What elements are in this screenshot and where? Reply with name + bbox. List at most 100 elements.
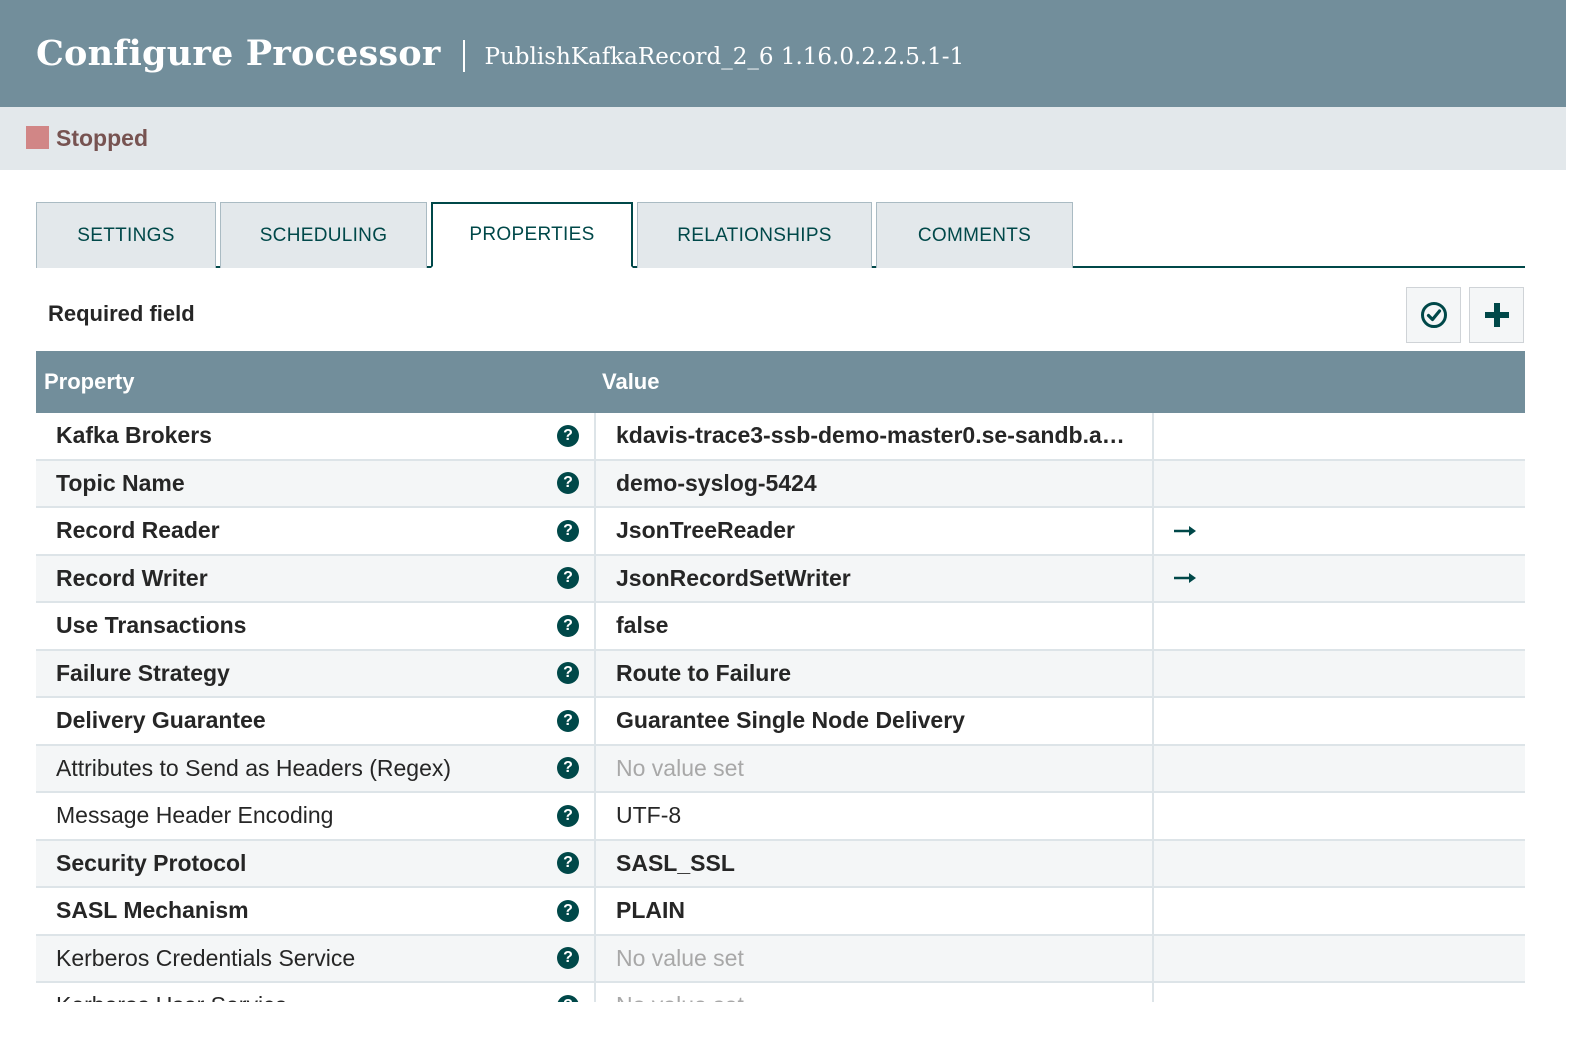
- tab-properties[interactable]: PROPERTIES: [431, 202, 633, 268]
- property-value[interactable]: No value set: [616, 936, 1136, 982]
- table-row[interactable]: Kafka Brokers? kdavis-trace3-ssb-demo-mas…: [36, 413, 1525, 461]
- property-value-text: Route to Failure: [616, 659, 792, 686]
- tab-comments[interactable]: COMMENTS: [876, 202, 1073, 268]
- property-value-text: PLAIN: [616, 897, 685, 924]
- title-separator: [462, 39, 465, 72]
- go-to-service-arrow-icon[interactable]: [1172, 521, 1198, 541]
- column-divider: [594, 555, 596, 601]
- column-divider: [594, 698, 596, 744]
- column-divider: [1152, 603, 1154, 649]
- property-value[interactable]: Guarantee Single Node Delivery: [616, 698, 1136, 744]
- column-divider: [594, 793, 596, 839]
- scrollbar-track: [1566, 0, 1584, 170]
- property-value-text: No value set: [616, 944, 744, 971]
- property-name: Kafka Brokers: [56, 422, 212, 449]
- help-icon[interactable]: ?: [557, 519, 579, 542]
- help-icon[interactable]: ?: [557, 757, 579, 780]
- property-name: Delivery Guarantee: [56, 707, 266, 734]
- table-row[interactable]: Use Transactions? false: [36, 603, 1525, 651]
- column-divider: [594, 935, 596, 981]
- property-value[interactable]: PLAIN: [616, 888, 1136, 934]
- column-divider: [1152, 745, 1154, 791]
- property-value[interactable]: JsonRecordSetWriter: [616, 556, 1136, 602]
- property-value-text: No value set: [616, 754, 744, 781]
- go-to-service-arrow-icon[interactable]: [1172, 568, 1198, 588]
- help-icon[interactable]: ?: [557, 852, 579, 875]
- verify-properties-button[interactable]: [1406, 287, 1461, 343]
- table-row[interactable]: Topic Name? demo-syslog-5424: [36, 460, 1525, 508]
- property-value-text: false: [616, 612, 669, 639]
- help-icon[interactable]: ?: [557, 709, 579, 732]
- property-value[interactable]: JsonTreeReader: [616, 508, 1136, 554]
- column-divider: [594, 840, 596, 886]
- property-value-text: Guarantee Single Node Delivery: [616, 707, 965, 734]
- required-field-legend: Required field: [48, 301, 195, 326]
- check-circle-icon: [1420, 302, 1447, 328]
- property-value[interactable]: false: [616, 603, 1136, 649]
- column-divider: [1152, 935, 1154, 981]
- table-row[interactable]: Attributes to Send as Headers (Regex)? No…: [36, 745, 1525, 793]
- property-value-text: kdavis-trace3-ssb-demo-master0.se-sandb.…: [616, 422, 1136, 449]
- table-row[interactable]: Kerberos Credentials Service? No value se…: [36, 935, 1525, 983]
- column-divider: [594, 460, 596, 506]
- help-icon[interactable]: ?: [557, 614, 579, 637]
- properties-table: Property Value Kafka Brokers? kdavis-trac…: [36, 351, 1525, 1002]
- property-value-text: UTF-8: [616, 802, 682, 829]
- table-row[interactable]: Security Protocol? SASL_SSL: [36, 840, 1525, 888]
- property-value[interactable]: No value set: [616, 746, 1136, 792]
- tab-bar: SETTINGS SCHEDULING PROPERTIES RELATIONS…: [36, 202, 1525, 268]
- column-divider: [594, 983, 596, 1002]
- column-header-property[interactable]: Property: [44, 351, 134, 413]
- column-divider: [1152, 698, 1154, 744]
- table-row[interactable]: SASL Mechanism? PLAIN: [36, 888, 1525, 936]
- table-row[interactable]: Record Writer? JsonRecordSetWriter: [36, 555, 1525, 603]
- table-row[interactable]: Record Reader? JsonTreeReader: [36, 508, 1525, 556]
- add-property-button[interactable]: [1469, 287, 1524, 343]
- dialog-header: Configure Processor PublishKafkaRecord_2…: [0, 0, 1566, 107]
- table-row[interactable]: Kerberos User Service? No value set: [36, 983, 1525, 1002]
- column-divider: [1152, 840, 1154, 886]
- help-icon[interactable]: ?: [557, 662, 579, 685]
- help-icon[interactable]: ?: [557, 804, 579, 827]
- tab-relationships[interactable]: RELATIONSHIPS: [637, 202, 872, 268]
- help-icon[interactable]: ?: [557, 899, 579, 922]
- table-header: Property Value: [36, 351, 1525, 413]
- property-name: Use Transactions: [56, 612, 247, 639]
- property-name: Attributes to Send as Headers (Regex): [56, 754, 452, 781]
- property-name: SASL Mechanism: [56, 897, 249, 924]
- table-body: Kafka Brokers? kdavis-trace3-ssb-demo-mas…: [36, 413, 1525, 1002]
- column-divider: [1152, 413, 1154, 459]
- column-divider: [594, 650, 596, 696]
- property-value[interactable]: kdavis-trace3-ssb-demo-master0.se-sandb.…: [616, 413, 1136, 459]
- help-icon[interactable]: ?: [557, 424, 579, 447]
- column-divider: [594, 888, 596, 934]
- column-header-value[interactable]: Value: [602, 351, 659, 413]
- tab-settings[interactable]: SETTINGS: [36, 202, 216, 268]
- property-name: Failure Strategy: [56, 659, 230, 686]
- status-label: Stopped: [56, 125, 148, 151]
- table-row[interactable]: Failure Strategy? Route to Failure: [36, 650, 1525, 698]
- help-icon[interactable]: ?: [557, 947, 579, 970]
- property-value[interactable]: Route to Failure: [616, 651, 1136, 697]
- column-divider: [594, 413, 596, 459]
- property-value[interactable]: No value set: [616, 983, 1136, 1002]
- column-divider: [1152, 508, 1154, 554]
- column-divider: [1152, 555, 1154, 601]
- table-row[interactable]: Delivery Guarantee? Guarantee Single Node…: [36, 698, 1525, 746]
- property-name: Record Reader: [56, 517, 220, 544]
- property-value-text: JsonTreeReader: [616, 517, 795, 544]
- table-row[interactable]: Message Header Encoding? UTF-8: [36, 793, 1525, 841]
- property-value[interactable]: demo-syslog-5424: [616, 461, 1136, 507]
- help-icon[interactable]: ?: [557, 994, 579, 1002]
- status-bar: Stopped: [0, 107, 1566, 170]
- help-icon[interactable]: ?: [557, 472, 579, 495]
- column-divider: [1152, 460, 1154, 506]
- property-value[interactable]: UTF-8: [616, 793, 1136, 839]
- property-name: Security Protocol: [56, 849, 247, 876]
- help-icon[interactable]: ?: [557, 567, 579, 590]
- property-name: Message Header Encoding: [56, 802, 334, 829]
- column-divider: [1152, 983, 1154, 1002]
- tab-scheduling[interactable]: SCHEDULING: [220, 202, 427, 268]
- column-divider: [594, 603, 596, 649]
- property-value[interactable]: SASL_SSL: [616, 841, 1136, 887]
